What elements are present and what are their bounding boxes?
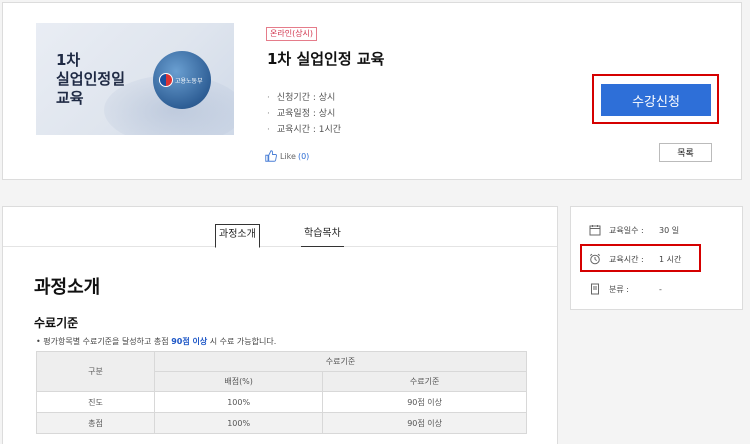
row-criteria: 90점 이상 [322, 412, 527, 434]
course-info-list: 신청기간 : 상시 교육일정 : 상시 교육시간 : 1시간 [267, 90, 341, 138]
course-detail-card: 과정소개 학습목차 과정소개 수료기준 • 평가항목별 수료기준을 달성하고 총… [2, 206, 558, 444]
thumbnail-title: 1차 실업인정일 교육 [56, 51, 126, 107]
meta-days-value: 30 일 [659, 225, 680, 235]
info-schedule: 교육일정 : 상시 [267, 106, 341, 122]
course-thumbnail: 1차 실업인정일 교육 고용노동부 [36, 23, 234, 135]
note-prefix: • 평가항목별 수료기준을 달성하고 총점 [36, 337, 172, 346]
meta-category: 분류 : - [571, 279, 742, 299]
apply-button[interactable]: 수강신청 [601, 84, 711, 116]
header-group: 구분 [36, 351, 155, 392]
calendar-icon [589, 225, 601, 236]
like-button[interactable]: Like (0) [265, 150, 309, 162]
criteria-table: 구분 수료기준 배점(%) 수료기준 진도 100% 90점 이상 총점 100… [36, 351, 527, 434]
header-main: 수료기준 [154, 351, 527, 372]
meta-category-label: 분류 : [609, 284, 629, 294]
header-score: 배점(%) [153, 371, 324, 392]
tab-course-intro[interactable]: 과정소개 [215, 224, 260, 248]
table-row: 진도 100% 90점 이상 [36, 391, 527, 413]
info-apply-period: 신청기간 : 상시 [267, 90, 341, 106]
meta-days: 교육일수 : 30 일 [571, 220, 742, 240]
row-score: 100% [153, 391, 324, 413]
table-row: 총점 100% 90점 이상 [36, 412, 527, 434]
government-emblem-icon [159, 73, 173, 87]
criteria-note: • 평가항목별 수료기준을 달성하고 총점 90점 이상 시 수료 가능합니다. [36, 336, 276, 347]
like-label: Like [280, 151, 296, 161]
list-button[interactable]: 목록 [659, 143, 712, 162]
like-count: (0) [297, 151, 310, 161]
course-type-badge: 온라인(상시) [266, 27, 318, 41]
course-title: 1차 실업인정 교육 [267, 50, 385, 68]
thumbs-up-icon [265, 150, 277, 162]
criteria-title: 수료기준 [34, 316, 79, 330]
thumbnail-globe: 고용노동부 [153, 51, 211, 109]
info-hours: 교육시간 : 1시간 [267, 122, 341, 138]
row-label: 총점 [36, 412, 155, 434]
document-icon [591, 283, 599, 295]
row-score: 100% [153, 412, 324, 434]
meta-category-value: - [659, 284, 662, 294]
thumbnail-emblem-text: 고용노동부 [175, 78, 203, 85]
header-criteria: 수료기준 [322, 371, 527, 392]
section-title: 과정소개 [34, 277, 101, 298]
meta-days-label: 교육일수 : [609, 225, 644, 235]
row-criteria: 90점 이상 [322, 391, 527, 413]
note-strong: 90점 이상 [171, 337, 208, 346]
tab-curriculum[interactable]: 학습목차 [301, 224, 344, 247]
detail-tabs: 과정소개 학습목차 [3, 207, 557, 248]
hours-highlight [580, 244, 701, 272]
note-suffix: 시 수료 가능합니다. [207, 337, 277, 346]
row-label: 진도 [36, 391, 155, 413]
